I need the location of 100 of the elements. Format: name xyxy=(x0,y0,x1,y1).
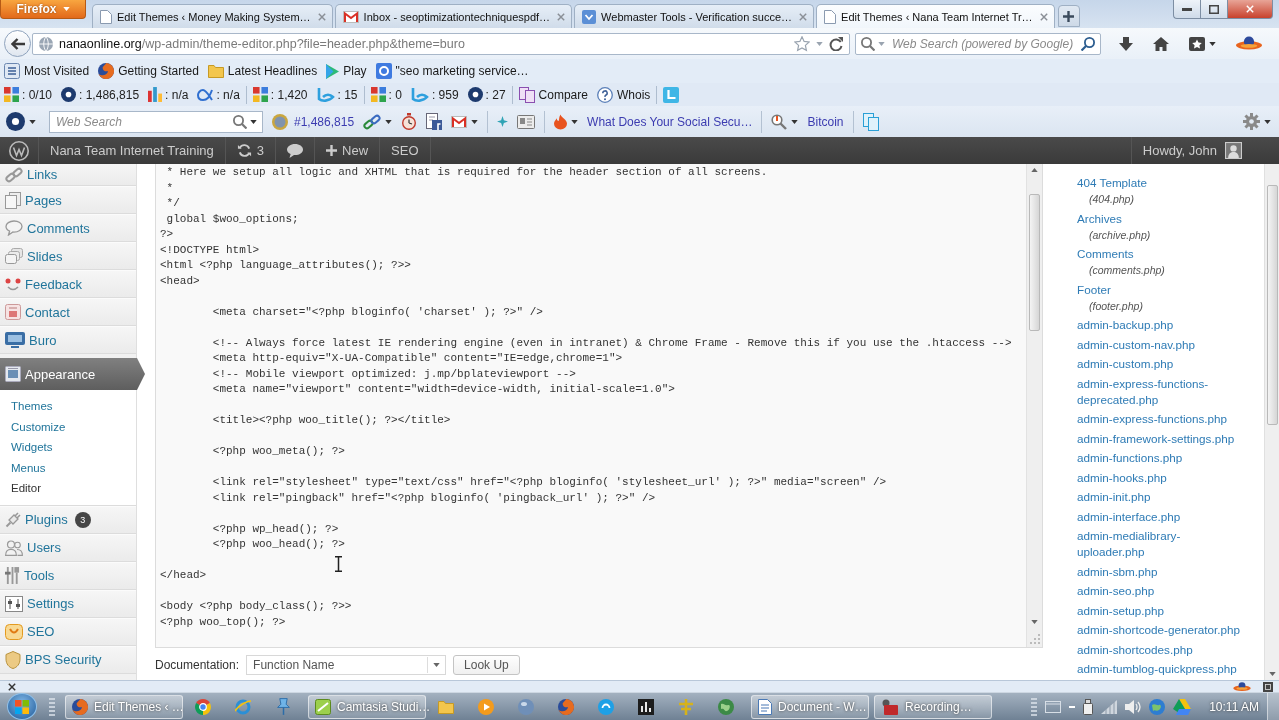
browser-tab[interactable]: Inbox - seoptimizationtechniquespdf… xyxy=(334,4,573,28)
comment-icon[interactable] xyxy=(287,143,304,158)
bookmark-item[interactable]: Getting Started xyxy=(98,63,199,79)
browser-tab[interactable]: Edit Themes ‹ Nana Team Internet Tr… xyxy=(816,4,1055,28)
page-scrollbar[interactable] xyxy=(1264,164,1279,680)
toolbar-search-field[interactable]: Web Search xyxy=(49,110,263,133)
grip-icon[interactable] xyxy=(49,697,55,716)
template-link[interactable]: admin-shortcodes.php xyxy=(1077,641,1193,658)
template-link[interactable]: admin-framework-settings.php xyxy=(1077,430,1235,447)
sphere-icon[interactable] xyxy=(518,698,534,715)
bookmark-item[interactable]: Latest Headlines xyxy=(207,64,318,78)
grip-icon[interactable] xyxy=(1031,697,1038,716)
document-icon[interactable] xyxy=(426,113,443,130)
settings-menu-button[interactable] xyxy=(1243,113,1271,130)
menu-item[interactable]: Plugins 3 xyxy=(0,505,136,534)
bar-chart-icon[interactable] xyxy=(148,87,163,102)
look-up-button[interactable]: Look Up xyxy=(453,655,520,675)
template-link[interactable]: admin-custom-nav.php xyxy=(1077,336,1195,353)
search-icon[interactable] xyxy=(861,36,875,51)
new-tab-button[interactable] xyxy=(1057,5,1080,27)
template-link[interactable]: Footer xyxy=(1077,281,1111,298)
caret-icon[interactable] xyxy=(250,119,257,124)
bookmark-item[interactable]: "seo marketing service… xyxy=(375,63,529,79)
mail-menu-button[interactable] xyxy=(451,115,479,128)
equalizer-icon[interactable] xyxy=(638,698,654,715)
function-select[interactable]: Function Name xyxy=(246,655,447,675)
clock[interactable]: 10:11 AM xyxy=(1209,699,1259,714)
saucer-icon[interactable] xyxy=(1236,36,1262,51)
template-link[interactable]: 404 Template xyxy=(1077,175,1147,191)
swoosh-icon[interactable] xyxy=(410,87,429,102)
orb-icon[interactable] xyxy=(558,698,574,715)
address-field[interactable]: nanaonline.org/wp-admin/theme-editor.php?file=header.php&theme=buro xyxy=(32,32,850,55)
blocks-icon[interactable] xyxy=(252,87,268,102)
submenu-item[interactable]: Editor xyxy=(0,478,136,499)
triangle-logo-icon[interactable] xyxy=(1173,698,1192,715)
magnifier-menu-button[interactable] xyxy=(771,113,799,130)
play-button-icon[interactable] xyxy=(478,698,494,715)
id-card-icon[interactable] xyxy=(517,114,536,129)
menu-item[interactable]: Contact xyxy=(0,298,136,326)
template-link[interactable]: admin-shortcode-generator.php xyxy=(1077,622,1241,638)
browser-tab[interactable]: Webmaster Tools - Verification succe… xyxy=(574,4,815,28)
loop-icon[interactable] xyxy=(197,88,214,101)
toolbar-link[interactable]: What Does Your Social Secu… xyxy=(587,114,753,129)
signal-icon[interactable] xyxy=(1101,699,1118,714)
template-link[interactable]: admin-interface.php xyxy=(1077,508,1181,525)
template-link[interactable]: admin-init.php xyxy=(1077,489,1151,505)
scrollbar-thumb[interactable] xyxy=(1029,194,1040,331)
menu-item[interactable]: Users xyxy=(0,533,136,562)
reload-icon[interactable] xyxy=(829,36,843,51)
ring-icon[interactable] xyxy=(61,87,77,102)
submenu-item[interactable]: Themes xyxy=(0,396,136,417)
template-link[interactable]: admin-backup.php xyxy=(1077,317,1174,333)
back-button[interactable] xyxy=(4,30,31,57)
template-link[interactable]: admin-express-functions.php xyxy=(1077,411,1228,427)
ring-icon[interactable] xyxy=(467,87,483,102)
menu-item[interactable]: Appearance xyxy=(0,358,145,390)
menu-item[interactable]: Slides xyxy=(0,242,136,270)
template-link[interactable]: admin-setup.php xyxy=(1077,602,1165,619)
template-link[interactable]: admin-custom.php xyxy=(1077,356,1174,372)
bookmark-item[interactable]: Most Visited xyxy=(4,63,90,79)
menu-item[interactable]: Comments xyxy=(0,214,136,242)
copy-icon[interactable] xyxy=(862,112,879,131)
toolbar-button[interactable]: Whois xyxy=(596,86,651,103)
template-link[interactable]: admin-sbm.php xyxy=(1077,563,1158,580)
globe-icon[interactable] xyxy=(718,698,734,715)
download-icon[interactable] xyxy=(1119,36,1133,51)
usb-device-icon[interactable] xyxy=(1083,698,1094,715)
sparkle-icon[interactable] xyxy=(497,116,509,127)
stopwatch-icon[interactable] xyxy=(401,113,418,130)
minimize-button[interactable] xyxy=(1173,0,1200,19)
blocks-icon[interactable] xyxy=(4,87,19,102)
template-link[interactable]: Archives xyxy=(1077,210,1122,227)
toolbar-link[interactable]: Bitcoin xyxy=(807,114,844,129)
home-icon[interactable] xyxy=(1153,36,1169,51)
template-link[interactable]: admin-functions.php xyxy=(1077,450,1183,466)
link-menu-button[interactable] xyxy=(363,113,393,130)
template-link[interactable]: Comments xyxy=(1077,246,1134,262)
disc-icon[interactable] xyxy=(598,698,614,715)
saucer-icon[interactable] xyxy=(1233,681,1251,692)
menu-item[interactable]: SEO xyxy=(0,617,136,646)
code-editor[interactable] xyxy=(155,164,1043,648)
window-icon[interactable] xyxy=(1045,700,1062,713)
browser-tab[interactable]: Edit Themes ‹ Money Making System… xyxy=(92,4,333,28)
start-button[interactable] xyxy=(7,693,37,720)
menu-item[interactable]: Links xyxy=(0,164,136,186)
logo-icon[interactable] xyxy=(9,140,29,161)
flame-menu-button[interactable] xyxy=(554,113,579,130)
close-icon[interactable] xyxy=(8,682,16,691)
network-globe-icon[interactable] xyxy=(1149,698,1166,715)
menu-item[interactable]: BPS Security xyxy=(0,645,136,674)
menu-item[interactable]: Buro xyxy=(0,326,136,354)
template-link[interactable]: admin-hooks.php xyxy=(1077,469,1167,486)
submenu-item[interactable]: Customize xyxy=(0,416,136,437)
menu-item[interactable]: Tools xyxy=(0,561,136,590)
blocks-icon[interactable] xyxy=(370,87,386,102)
menu-button[interactable] xyxy=(6,112,36,131)
search-icon[interactable] xyxy=(1081,36,1095,51)
maximize-button[interactable] xyxy=(1200,0,1227,19)
rank-button[interactable]: #1,486,815 xyxy=(272,113,355,130)
star-icon[interactable] xyxy=(794,35,810,52)
